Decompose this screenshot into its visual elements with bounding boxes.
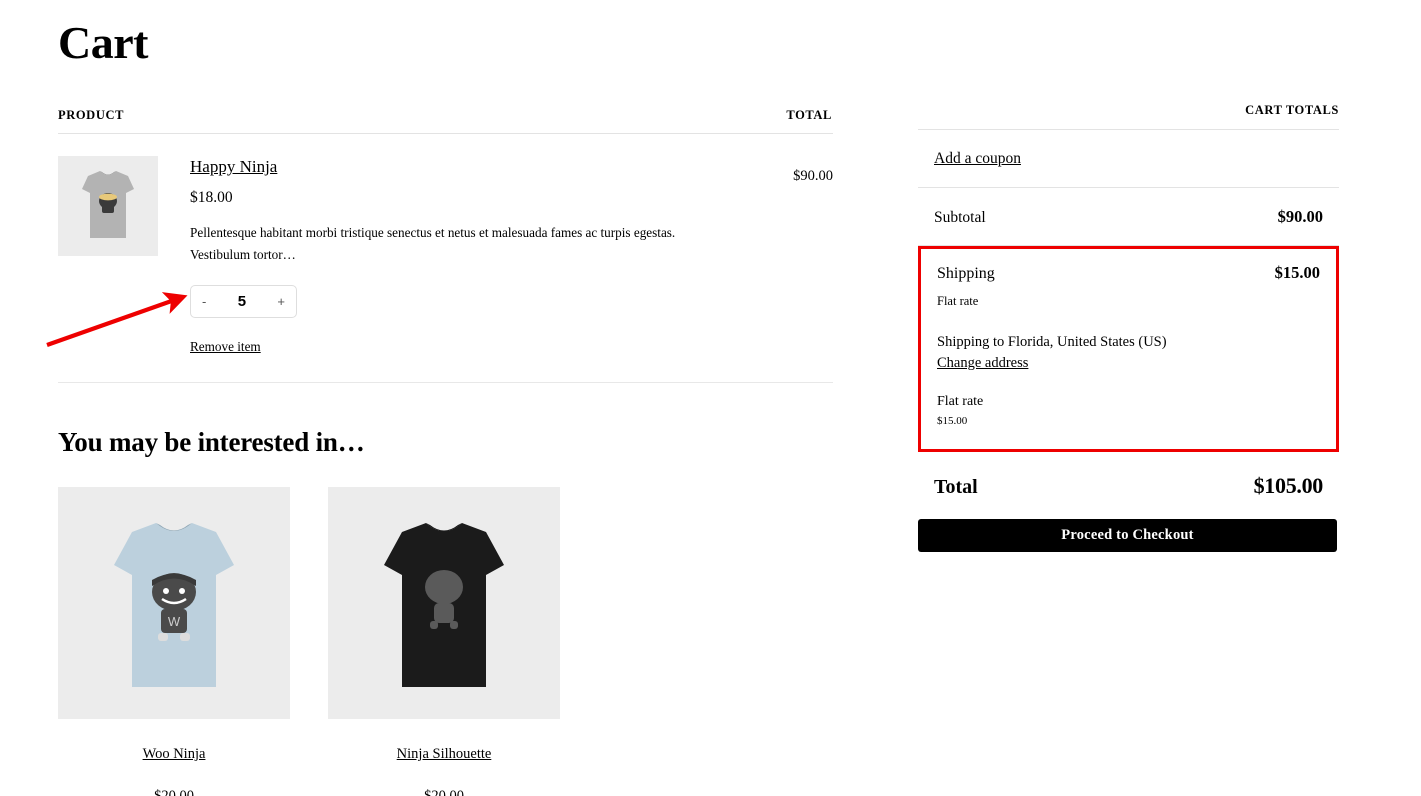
tshirt-lightblue-icon: W: [58, 486, 290, 719]
product-unit-price: $18.00: [190, 189, 233, 207]
order-total-label: Total: [934, 476, 978, 499]
product-description: Pellentesque habitant morbi tristique se…: [190, 225, 676, 263]
product-line-total: $90.00: [793, 168, 833, 184]
tshirt-black-icon: [328, 486, 560, 719]
quantity-increment-button[interactable]: +: [277, 294, 285, 309]
related-products-heading: You may be interested in…: [58, 426, 365, 457]
subtotal-value: $90.00: [1277, 207, 1323, 226]
product-name-link[interactable]: Happy Ninja: [190, 156, 277, 177]
cart-main-column: Cart PRODUCT TOTAL Happy Ninja $18.00 Pe…: [58, 0, 833, 796]
shipping-section: Shipping $15.00 Flat rate Shipping to Fl…: [918, 246, 1339, 453]
remove-item-link[interactable]: Remove item: [190, 339, 261, 355]
proceed-to-checkout-button[interactable]: Proceed to Checkout: [918, 519, 1337, 553]
subtotal-row: Subtotal $90.00: [918, 188, 1339, 246]
shipping-option[interactable]: Flat rate $15.00: [937, 394, 1320, 427]
cart-table-header: PRODUCT TOTAL: [58, 108, 833, 134]
change-address-link[interactable]: Change address: [937, 355, 1028, 372]
svg-text:W: W: [168, 614, 181, 629]
quantity-decrement-button[interactable]: -: [202, 294, 206, 309]
related-product-name-link[interactable]: Woo Ninja: [58, 746, 290, 763]
related-products-grid: W Woo Ninja $20.00 Ninja Silhouette $20.…: [58, 486, 833, 796]
related-product-price: $20.00: [424, 787, 464, 796]
list-item: W Woo Ninja $20.00: [58, 486, 290, 796]
page-title: Cart: [58, 17, 148, 68]
column-header-total: TOTAL: [786, 108, 832, 122]
list-item: Ninja Silhouette $20.00: [328, 486, 560, 796]
product-thumbnail-cell: [58, 156, 190, 356]
order-total-value: $105.00: [1253, 473, 1324, 499]
product-thumbnail-image[interactable]: [58, 156, 158, 256]
quantity-stepper[interactable]: - 5 +: [190, 284, 297, 318]
cart-page: Cart PRODUCT TOTAL Happy Ninja $18.00 Pe…: [0, 0, 1421, 796]
shipping-summary-row: Shipping $15.00: [937, 263, 1320, 283]
subtotal-label: Subtotal: [934, 209, 986, 226]
cart-totals-heading: CART TOTALS: [918, 0, 1339, 130]
shipping-option-price: $15.00: [937, 415, 968, 428]
related-product-name-link[interactable]: Ninja Silhouette: [328, 746, 560, 763]
coupon-row: Add a coupon: [918, 130, 1339, 188]
shipping-option-name: Flat rate: [937, 394, 984, 410]
tshirt-gray-icon: [58, 156, 158, 256]
order-total-row: Total $105.00: [918, 452, 1339, 519]
product-info-cell: Happy Ninja $18.00 Pellentesque habitant…: [190, 156, 723, 356]
shipping-value: $15.00: [1274, 263, 1320, 282]
related-product-price: $20.00: [154, 787, 194, 796]
column-header-product: PRODUCT: [58, 108, 125, 122]
related-product-image-ninja-silhouette[interactable]: [328, 486, 560, 719]
table-row: Happy Ninja $18.00 Pellentesque habitant…: [58, 134, 833, 383]
quantity-value[interactable]: 5: [238, 293, 246, 310]
shipping-label: Shipping: [937, 265, 995, 282]
shipping-destination: Shipping to Florida, United States (US): [937, 334, 1167, 350]
related-product-image-woo-ninja[interactable]: W: [58, 486, 290, 719]
cart-totals-panel: CART TOTALS Add a coupon Subtotal $90.00…: [918, 0, 1339, 553]
shipping-method-summary: Flat rate: [937, 294, 979, 308]
add-coupon-link[interactable]: Add a coupon: [934, 150, 1021, 167]
